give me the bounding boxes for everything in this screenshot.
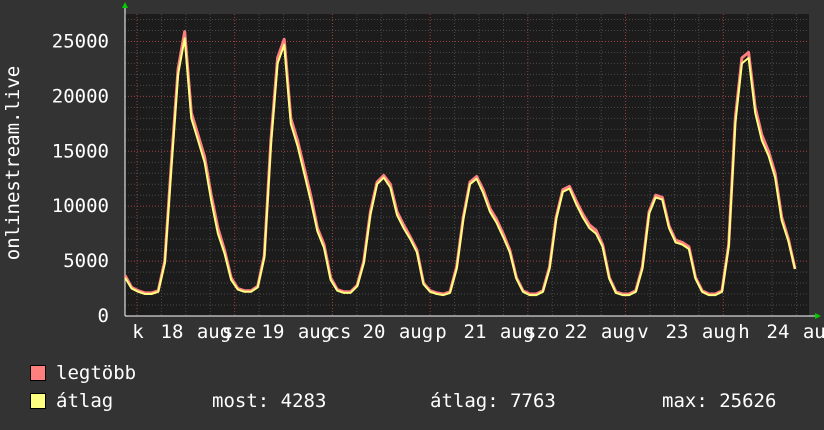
legend-swatch-avg [30, 393, 46, 409]
y-ticks: 0 5000 10000 15000 20000 25000 [52, 30, 109, 327]
chart: 0 5000 10000 15000 20000 25000 k 18 aug sze 19 aug… [2, 2, 824, 343]
x-tick-label: 19 [262, 321, 285, 343]
x-tick-label: p [435, 321, 446, 343]
y-tick-label: 5000 [63, 250, 109, 272]
x-tick-label: 23 [666, 321, 689, 343]
legend-item-max: legtöbb [30, 362, 136, 384]
x-tick-label: aug [298, 321, 332, 343]
x-tick-label: 24 [767, 321, 790, 343]
y-tick-label: 10000 [52, 195, 109, 217]
x-tick-label: sze [222, 321, 256, 343]
y-tick-label: 0 [98, 305, 109, 327]
x-axis-arrow [815, 313, 821, 319]
x-tick-label: 22 [565, 321, 588, 343]
x-tick-label: h [738, 321, 749, 343]
x-tick-label: aug [399, 321, 433, 343]
x-tick-label: 21 [464, 321, 487, 343]
legend-label-avg: átlag [56, 390, 114, 412]
legend-item-avg: átlag [30, 390, 113, 412]
x-tick-label: aug [803, 321, 824, 343]
x-ticks: k 18 augsze 19 augcs 20 aug p 21 augszo 22 aug v 23 au… [132, 321, 824, 343]
x-tick-label: k [132, 321, 144, 343]
x-tick-label: aug [702, 321, 736, 343]
stat-now: most: 4283 [212, 390, 327, 412]
y-tick-label: 25000 [52, 30, 109, 52]
plot-area [125, 14, 809, 316]
y-tick-label: 15000 [52, 140, 109, 162]
x-tick-label: 18 [161, 321, 184, 343]
chart-grid [125, 14, 809, 317]
y-axis-label: onlinestream.live [2, 66, 24, 260]
y-tick-label: 20000 [52, 85, 109, 107]
y-axis-arrow [122, 2, 128, 8]
x-tick-label: cs [329, 321, 352, 343]
x-tick-label: aug [601, 321, 635, 343]
x-tick-label: 20 [363, 321, 386, 343]
stat-max: max: 25626 [662, 390, 777, 412]
legend-swatch-max [30, 365, 46, 381]
x-tick-label: v [637, 321, 648, 343]
x-tick-label: szo [525, 321, 559, 343]
legend-label-max: legtöbb [56, 362, 137, 384]
stat-avg: átlag: 7763 [430, 390, 556, 412]
